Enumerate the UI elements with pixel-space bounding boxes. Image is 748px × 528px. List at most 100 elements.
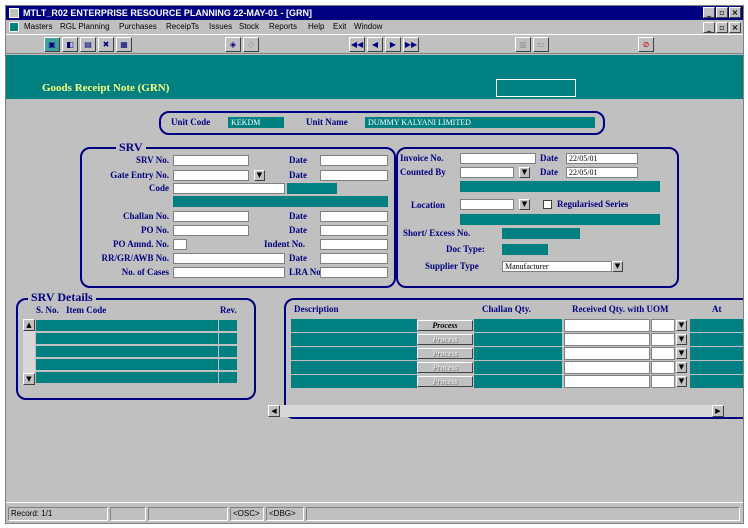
at-cell[interactable]: [690, 347, 743, 360]
lra-no-field[interactable]: [320, 267, 388, 278]
short-excess-no-field[interactable]: [502, 228, 580, 239]
close-icon[interactable]: ×: [729, 7, 741, 18]
new-record-icon[interactable]: ◧: [62, 37, 78, 52]
rr-date-field[interactable]: [320, 253, 388, 264]
list-values-icon[interactable]: ▥: [515, 37, 531, 52]
doc-type-field[interactable]: [502, 244, 548, 255]
restore-icon[interactable]: ▫: [716, 7, 728, 18]
process-button[interactable]: Process: [417, 320, 473, 331]
menu-help[interactable]: Help: [308, 20, 324, 34]
first-record-icon[interactable]: ◀◀: [349, 37, 365, 52]
code-field[interactable]: [173, 183, 285, 194]
srv-detail-rev-cell[interactable]: [219, 372, 237, 383]
open-icon[interactable]: ▤: [80, 37, 96, 52]
menu-masters[interactable]: Masters: [24, 20, 52, 34]
save-icon[interactable]: ▣: [44, 37, 60, 52]
previous-record-icon[interactable]: ◀: [367, 37, 383, 52]
doc-minimize-icon[interactable]: _: [703, 22, 715, 33]
srv-no-field[interactable]: [173, 155, 249, 166]
description-cell[interactable]: [291, 361, 417, 374]
invoice-date-field[interactable]: 22/05/01: [566, 153, 638, 164]
srv-date-field[interactable]: [320, 155, 388, 166]
srv-detail-rev-cell[interactable]: [219, 359, 237, 370]
unit-code-field[interactable]: KEKDM: [228, 117, 284, 128]
description-cell[interactable]: [291, 347, 417, 360]
location-field[interactable]: [460, 199, 514, 210]
uom-lov-icon[interactable]: ▼: [676, 320, 687, 331]
uom-cell[interactable]: [651, 375, 675, 388]
challan-qty-cell[interactable]: [474, 319, 562, 332]
hscroll-right-icon[interactable]: ▶: [712, 405, 724, 417]
srv-detail-rev-cell[interactable]: [219, 346, 237, 357]
received-qty-cell[interactable]: [564, 333, 650, 346]
srv-detail-row[interactable]: [36, 346, 218, 357]
last-record-icon[interactable]: ▶▶: [403, 37, 419, 52]
doc-restore-icon[interactable]: ▫: [716, 22, 728, 33]
supplier-type-dropdown-icon[interactable]: ▼: [612, 261, 623, 272]
counted-date-field[interactable]: 22/05/01: [566, 167, 638, 178]
menu-window[interactable]: Window: [354, 20, 382, 34]
vscroll-up-icon[interactable]: ▲: [23, 319, 35, 331]
uom-cell[interactable]: [651, 319, 675, 332]
menu-issues[interactable]: Issues: [209, 20, 232, 34]
challan-date-field[interactable]: [320, 211, 388, 222]
supplier-type-select[interactable]: Manufacturer: [502, 261, 612, 272]
unit-name-field[interactable]: DUMMY KALYANI LIMITED: [365, 117, 595, 128]
uom-cell[interactable]: [651, 333, 675, 346]
menu-reports[interactable]: Reports: [269, 20, 297, 34]
gate-entry-no-field[interactable]: [173, 170, 249, 181]
uom-cell[interactable]: [651, 347, 675, 360]
minimize-icon[interactable]: _: [703, 7, 715, 18]
description-cell[interactable]: [291, 319, 417, 332]
uom-cell[interactable]: [651, 361, 675, 374]
counted-by-field[interactable]: [460, 167, 514, 178]
challan-qty-cell[interactable]: [474, 361, 562, 374]
gate-entry-date-field[interactable]: [320, 170, 388, 181]
uom-lov-icon[interactable]: ▼: [676, 334, 687, 345]
execute-query-icon[interactable]: ◇: [243, 37, 259, 52]
doc-close-icon[interactable]: ×: [729, 22, 741, 33]
hscroll-left-icon[interactable]: ◀: [268, 405, 280, 417]
description-cell[interactable]: [291, 375, 417, 388]
cancel-icon[interactable]: ⊘: [638, 37, 654, 52]
counted-by-lov-icon[interactable]: ▼: [519, 167, 530, 178]
po-amnd-no-field[interactable]: [173, 239, 187, 250]
vscroll-down-icon[interactable]: ▼: [23, 373, 35, 385]
uom-lov-icon[interactable]: ▼: [676, 348, 687, 359]
challan-no-field[interactable]: [173, 211, 249, 222]
po-no-field[interactable]: [173, 225, 249, 236]
location-lov-icon[interactable]: ▼: [519, 199, 530, 210]
print-icon[interactable]: ▦: [116, 37, 132, 52]
gate-entry-lov-icon[interactable]: ▼: [254, 170, 265, 181]
uom-lov-icon[interactable]: ▼: [676, 376, 687, 387]
uom-lov-icon[interactable]: ▼: [676, 362, 687, 373]
srv-detail-rev-cell[interactable]: [219, 333, 237, 344]
at-cell[interactable]: [690, 361, 743, 374]
received-qty-cell[interactable]: [564, 319, 650, 332]
edit-icon[interactable]: ▭: [533, 37, 549, 52]
menu-receipts[interactable]: ReceipTs: [166, 20, 199, 34]
srv-detail-row[interactable]: [36, 359, 218, 370]
delete-record-icon[interactable]: ✖: [98, 37, 114, 52]
challan-qty-cell[interactable]: [474, 347, 562, 360]
at-cell[interactable]: [690, 333, 743, 346]
received-qty-cell[interactable]: [564, 375, 650, 388]
menu-exit[interactable]: Exit: [333, 20, 346, 34]
menu-rgl-planning[interactable]: RGL Planning: [60, 20, 110, 34]
detail-hscrollbar[interactable]: [268, 405, 724, 417]
challan-qty-cell[interactable]: [474, 333, 562, 346]
srv-detail-row[interactable]: [36, 333, 218, 344]
received-qty-cell[interactable]: [564, 347, 650, 360]
received-qty-cell[interactable]: [564, 361, 650, 374]
query-icon[interactable]: ◈: [225, 37, 241, 52]
srv-detail-row[interactable]: [36, 320, 218, 331]
menu-stock[interactable]: Stock: [239, 20, 259, 34]
description-cell[interactable]: [291, 333, 417, 346]
srv-detail-row[interactable]: [36, 372, 218, 383]
indent-no-field[interactable]: [320, 239, 388, 250]
menu-purchases[interactable]: Purchases: [119, 20, 157, 34]
at-cell[interactable]: [690, 375, 743, 388]
rr-gr-awb-no-field[interactable]: [173, 253, 285, 264]
srv-detail-rev-cell[interactable]: [219, 320, 237, 331]
no-of-cases-field[interactable]: [173, 267, 285, 278]
